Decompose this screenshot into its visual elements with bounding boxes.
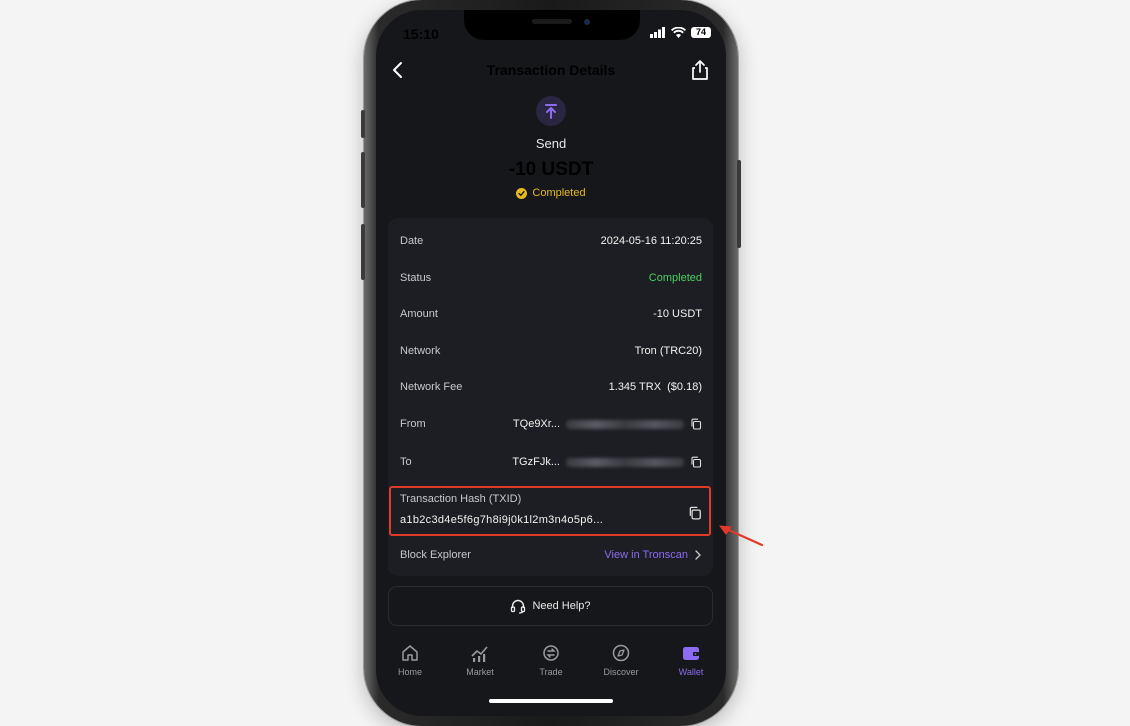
hash-value: a1b2c3d4e5f6g7h8i9j0k1l2m3n4o5p6... <box>400 514 604 526</box>
tab-label: Trade <box>539 667 563 677</box>
detail-label: Network <box>400 345 441 357</box>
power-button <box>737 160 741 248</box>
status-badge-label: Completed <box>532 187 586 199</box>
explorer-link-text[interactable]: View in Tronscan <box>604 549 688 561</box>
share-icon[interactable] <box>690 59 710 81</box>
tab-trade[interactable]: Trade <box>521 644 581 677</box>
back-icon[interactable] <box>390 60 406 80</box>
detail-row-from: From TQe9Xr... <box>400 414 702 434</box>
hash-label: Transaction Hash (TXID) <box>400 493 522 505</box>
detail-row-network: Network Tron (TRC20) <box>400 341 702 361</box>
copy-icon[interactable] <box>690 456 702 468</box>
detail-label: To <box>400 456 412 468</box>
notch <box>464 10 640 40</box>
tab-home[interactable]: Home <box>380 644 440 677</box>
status-icons: 74 <box>650 27 711 38</box>
redacted-address <box>566 457 684 467</box>
detail-row-to: To TGzFJk... <box>400 452 702 472</box>
copy-hash-icon[interactable] <box>688 506 702 520</box>
need-help-label[interactable]: Need Help? <box>532 600 590 612</box>
tab-discover[interactable]: Discover <box>591 644 651 677</box>
to-address: TGzFJk... <box>512 456 702 468</box>
tab-label: Discover <box>603 667 639 677</box>
detail-label: Amount <box>400 308 438 320</box>
tab-label: Market <box>466 667 494 677</box>
detail-label: From <box>400 418 426 430</box>
wallet-icon <box>683 647 699 660</box>
explorer-link[interactable]: View in Tronscan <box>604 549 702 561</box>
detail-label: Status <box>400 272 432 284</box>
send-arrow-icon <box>545 104 557 119</box>
detail-row-amount: Amount -10 USDT <box>400 304 702 324</box>
wifi-icon <box>671 27 686 38</box>
volume-up-button <box>361 152 365 208</box>
tab-label: Wallet <box>678 667 704 677</box>
need-help-button[interactable]: Need Help? <box>388 586 713 626</box>
detail-value: Tron (TRC20) <box>634 345 702 357</box>
detail-row-date: Date 2024-05-16 11:20:25 <box>400 231 702 251</box>
transaction-amount: -10 USDT <box>508 159 594 180</box>
detail-value: -10 USDT <box>653 308 702 320</box>
detail-row-explorer: Block Explorer View in Tronscan <box>400 545 702 565</box>
explorer-label: Block Explorer <box>400 549 471 561</box>
signal-icon <box>650 27 665 38</box>
market-icon <box>471 646 488 662</box>
transaction-type: Send <box>535 136 567 151</box>
detail-label: Network Fee <box>400 381 463 393</box>
battery-indicator: 74 <box>691 27 711 38</box>
chevron-right-icon <box>695 550 701 560</box>
tab-wallet[interactable]: Wallet <box>661 644 721 677</box>
annotation-arrow-icon <box>719 525 764 547</box>
to-address-text: TGzFJk... <box>512 456 560 468</box>
tab-market[interactable]: Market <box>450 644 510 677</box>
detail-label: Date <box>400 235 424 247</box>
send-type-icon <box>536 96 566 126</box>
from-address: TQe9Xr... <box>513 418 702 430</box>
home-indicator <box>489 699 613 703</box>
home-icon <box>402 645 418 661</box>
compass-icon <box>612 644 630 662</box>
headset-icon <box>511 599 526 614</box>
status-time: 15:10 <box>403 26 439 42</box>
detail-value: 1.345 TRX ($0.18) <box>608 381 702 393</box>
mute-switch <box>361 110 365 138</box>
check-icon <box>516 187 528 199</box>
redacted-address <box>566 419 684 429</box>
tab-bar: Home Market Trade Discover Wallet <box>376 636 726 686</box>
tab-label: Home <box>397 667 422 677</box>
page-title: Transaction Details <box>486 62 616 78</box>
detail-value: Completed <box>648 272 702 284</box>
from-address-text: TQe9Xr... <box>512 418 560 430</box>
detail-row-status: Status Completed <box>400 268 702 288</box>
detail-row-network-fee: Network Fee 1.345 TRX ($0.18) <box>400 377 702 397</box>
trade-icon <box>543 645 559 661</box>
volume-down-button <box>361 224 365 280</box>
status-badge: Completed <box>480 187 622 199</box>
detail-value: 2024-05-16 11:20:25 <box>600 235 702 247</box>
copy-icon[interactable] <box>690 418 702 430</box>
